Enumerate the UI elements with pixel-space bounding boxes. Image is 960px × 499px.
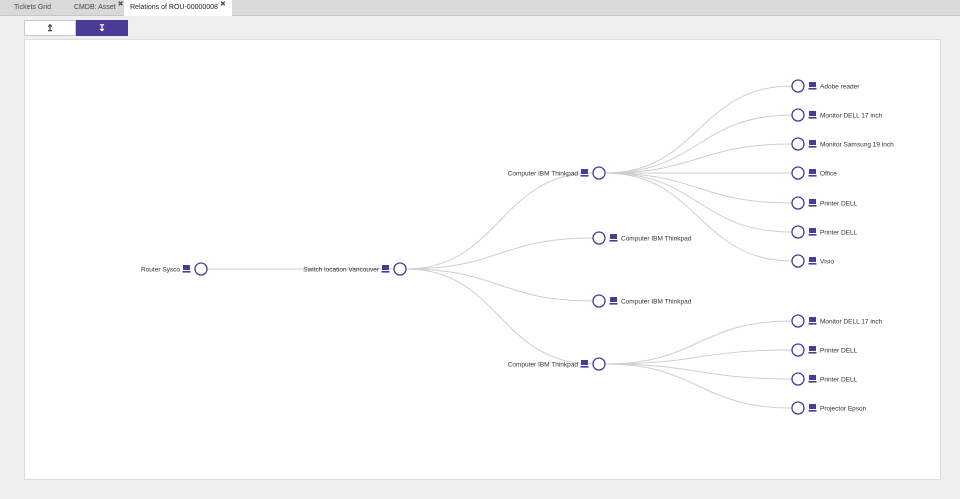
node-label: Printer DELL bbox=[820, 200, 858, 207]
relation-link bbox=[405, 268, 594, 302]
relations-graph: Router Sysco Switch location Vancouver Com… bbox=[141, 79, 894, 415]
relation-link bbox=[604, 320, 793, 365]
relation-link bbox=[405, 268, 594, 365]
computer-icon bbox=[808, 199, 817, 207]
node-circle[interactable] bbox=[791, 166, 805, 180]
node-circle[interactable] bbox=[194, 262, 208, 276]
node-circle[interactable] bbox=[791, 137, 805, 151]
relation-link bbox=[604, 143, 793, 174]
relation-link bbox=[604, 172, 793, 233]
tab-label: Tickets Grid bbox=[14, 4, 52, 11]
node-circle[interactable] bbox=[791, 401, 805, 415]
node-label: Monitor DELL 17 inch bbox=[820, 318, 883, 325]
node-circle[interactable] bbox=[791, 79, 805, 93]
node-label: Router Sysco bbox=[141, 266, 180, 273]
graph-node[interactable]: Router Sysco bbox=[141, 262, 208, 276]
relation-link bbox=[604, 363, 793, 380]
node-circle[interactable] bbox=[393, 262, 407, 276]
node-label: Monitor DELL 17 inch bbox=[820, 112, 883, 119]
relation-link bbox=[604, 363, 793, 409]
graph-node[interactable]: Printer DELL bbox=[791, 343, 858, 357]
graph-node[interactable]: Adobe reader bbox=[791, 79, 860, 93]
computer-icon bbox=[381, 265, 390, 273]
node-circle[interactable] bbox=[791, 372, 805, 386]
graph-node[interactable]: Computer IBM Thinkpad bbox=[592, 294, 692, 308]
computer-icon bbox=[808, 346, 817, 354]
relation-link bbox=[405, 172, 594, 270]
node-circle[interactable] bbox=[791, 196, 805, 210]
relation-link bbox=[604, 349, 793, 365]
tab-relations[interactable]: Relations of ROU-00000008 ✖ bbox=[124, 0, 232, 16]
tab-cmdb-asset[interactable]: CMDB: Asset ✖ bbox=[68, 0, 130, 15]
node-label: Computer IBM Thinkpad bbox=[508, 361, 579, 368]
node-circle[interactable] bbox=[592, 231, 606, 245]
graph-node[interactable]: Visio bbox=[791, 254, 834, 268]
computer-icon bbox=[580, 360, 589, 368]
node-label: Computer IBM Thinkpad bbox=[508, 170, 579, 177]
graph-node[interactable]: Printer DELL bbox=[791, 196, 858, 210]
graph-node[interactable]: Computer IBM Thinkpad bbox=[592, 231, 692, 245]
node-label: Printer DELL bbox=[820, 376, 858, 383]
computer-icon bbox=[808, 375, 817, 383]
computer-icon bbox=[808, 317, 817, 325]
computer-icon bbox=[808, 140, 817, 148]
graph-node[interactable]: Projector Epson bbox=[791, 401, 867, 415]
node-circle[interactable] bbox=[592, 166, 606, 180]
relations-canvas: Router Sysco Switch location Vancouver Com… bbox=[24, 39, 941, 480]
node-circle[interactable] bbox=[791, 108, 805, 122]
node-label: Printer DELL bbox=[820, 229, 858, 236]
relation-link bbox=[604, 172, 793, 262]
show-children-button[interactable]: ↧ bbox=[76, 20, 128, 36]
graph-node[interactable]: Office bbox=[791, 166, 837, 180]
close-icon[interactable]: ✖ bbox=[220, 1, 226, 8]
relation-link bbox=[405, 237, 594, 270]
graph-node[interactable]: Printer DELL bbox=[791, 372, 858, 386]
computer-icon bbox=[580, 169, 589, 177]
node-label: Monitor Samsung 19 inch bbox=[820, 141, 894, 148]
computer-icon bbox=[609, 234, 618, 242]
node-circle[interactable] bbox=[791, 343, 805, 357]
graph-node[interactable]: Monitor Samsung 19 inch bbox=[791, 137, 894, 151]
node-circle[interactable] bbox=[592, 357, 606, 371]
node-circle[interactable] bbox=[791, 225, 805, 239]
show-parents-button[interactable]: ↥ bbox=[24, 20, 76, 36]
node-label: Computer IBM Thinkpad bbox=[621, 298, 692, 305]
relation-link bbox=[604, 114, 793, 174]
node-label: Printer DELL bbox=[820, 347, 858, 354]
node-label: Projector Epson bbox=[820, 405, 867, 412]
tab-tickets-grid[interactable]: Tickets Grid bbox=[8, 0, 57, 15]
tab-bar: Tickets Grid CMDB: Asset ✖ Relations of R… bbox=[0, 0, 960, 16]
tab-label: CMDB: Asset bbox=[74, 4, 116, 11]
graph-node[interactable]: Printer DELL bbox=[791, 225, 858, 239]
computer-icon bbox=[808, 111, 817, 119]
computer-icon bbox=[808, 404, 817, 412]
relation-link bbox=[604, 85, 793, 174]
node-label: Office bbox=[820, 170, 837, 177]
close-icon[interactable]: ✖ bbox=[118, 1, 124, 8]
node-label: Computer IBM Thinkpad bbox=[621, 235, 692, 242]
node-circle[interactable] bbox=[791, 314, 805, 328]
computer-icon bbox=[808, 228, 817, 236]
node-circle[interactable] bbox=[592, 294, 606, 308]
node-circle[interactable] bbox=[791, 254, 805, 268]
tab-label: Relations of ROU-00000008 bbox=[130, 4, 218, 11]
computer-icon bbox=[808, 169, 817, 177]
computer-icon bbox=[182, 265, 191, 273]
graph-node[interactable]: Monitor DELL 17 inch bbox=[791, 108, 883, 122]
node-label: Adobe reader bbox=[820, 83, 860, 90]
node-label: Switch location Vancouver bbox=[303, 266, 380, 273]
node-label: Visio bbox=[820, 258, 834, 265]
graph-node[interactable]: Monitor DELL 17 inch bbox=[791, 314, 883, 328]
computer-icon bbox=[808, 82, 817, 90]
computer-icon bbox=[808, 257, 817, 265]
relation-link bbox=[604, 172, 793, 204]
computer-icon bbox=[609, 297, 618, 305]
